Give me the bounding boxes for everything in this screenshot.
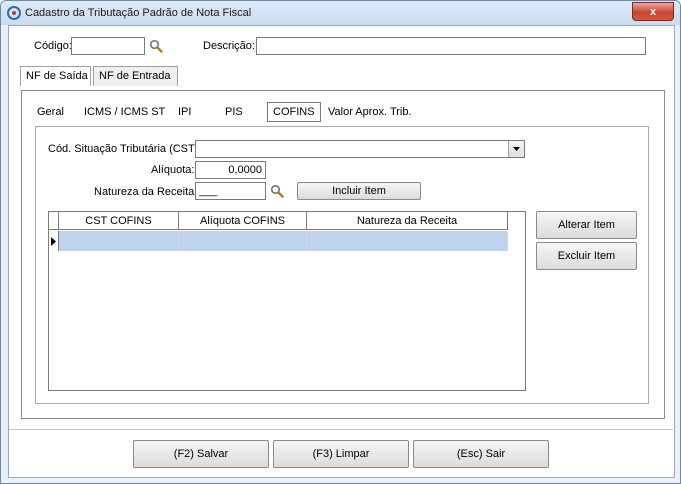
codigo-label: Código:	[34, 40, 72, 52]
natureza-label: Natureza da Receita:	[94, 186, 198, 198]
tab-geral[interactable]: Geral	[32, 103, 69, 121]
cst-dropdown-button[interactable]	[508, 141, 524, 157]
tab-nf-entrada[interactable]: NF de Entrada	[93, 66, 178, 86]
tab-icms[interactable]: ICMS / ICMS ST	[79, 103, 170, 121]
column-header-natureza[interactable]: Natureza da Receita	[307, 212, 508, 230]
column-header-cst[interactable]: CST COFINS	[59, 212, 179, 230]
chevron-down-icon	[513, 147, 520, 151]
grid-header: CST COFINS Alíquota COFINS Natureza da R…	[49, 212, 508, 230]
descricao-input[interactable]	[256, 37, 646, 55]
cell-aliquota[interactable]	[179, 231, 307, 251]
app-icon	[7, 6, 21, 20]
close-icon: x	[649, 5, 657, 18]
natureza-search-icon[interactable]	[270, 184, 284, 198]
footer-separator	[9, 429, 673, 430]
alterar-item-button[interactable]: Alterar Item	[536, 211, 637, 239]
column-header-aliquota[interactable]: Alíquota COFINS	[179, 212, 307, 230]
descricao-label: Descrição:	[203, 40, 255, 52]
grid-row-indicator-header	[49, 212, 59, 230]
cst-label: Cód. Situação Tributária (CST):	[48, 143, 202, 155]
cell-cst[interactable]	[59, 231, 179, 251]
limpar-button[interactable]: (F3) Limpar	[273, 440, 409, 468]
tab-ipi[interactable]: IPI	[173, 103, 196, 121]
tab-nf-saida[interactable]: NF de Saída	[20, 66, 91, 86]
tab-cofins[interactable]: COFINS	[267, 102, 321, 122]
row-indicator	[49, 231, 59, 251]
sair-button[interactable]: (Esc) Sair	[413, 440, 549, 468]
tab-valor-aprox[interactable]: Valor Aprox. Trib.	[323, 103, 417, 121]
salvar-button[interactable]: (F2) Salvar	[133, 440, 269, 468]
cst-select[interactable]	[195, 140, 525, 158]
title-bar: Cadastro da Tributação Padrão de Nota Fi…	[1, 1, 680, 25]
codigo-input[interactable]	[71, 37, 145, 55]
cofins-items-grid[interactable]: CST COFINS Alíquota COFINS Natureza da R…	[48, 211, 526, 391]
main-window: Cadastro da Tributação Padrão de Nota Fi…	[0, 0, 681, 484]
aliquota-label: Alíquota:	[151, 164, 195, 176]
window-title: Cadastro da Tributação Padrão de Nota Fi…	[25, 7, 252, 19]
excluir-item-button[interactable]: Excluir Item	[536, 242, 637, 270]
aliquota-input[interactable]	[195, 161, 266, 179]
natureza-input[interactable]	[195, 182, 266, 200]
incluir-item-button[interactable]: Incluir Item	[297, 182, 421, 200]
search-icon[interactable]	[149, 39, 163, 53]
tab-pis[interactable]: PIS	[220, 103, 248, 121]
row-pointer-icon	[51, 236, 56, 246]
close-button[interactable]: x	[632, 2, 674, 21]
table-row[interactable]	[49, 231, 508, 251]
cell-natureza[interactable]	[307, 231, 508, 251]
